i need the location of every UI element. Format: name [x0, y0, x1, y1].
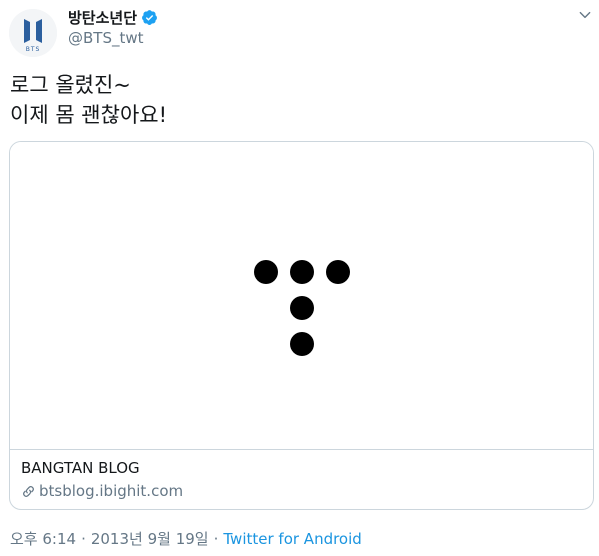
chevron-down-icon[interactable]	[578, 8, 592, 22]
card-url[interactable]: btsblog.ibighit.com	[39, 482, 183, 500]
bts-logo-icon: BTS	[9, 9, 57, 57]
avatar-text: BTS	[26, 46, 41, 53]
tweet-date[interactable]: 2013년 9월 19일	[91, 528, 209, 549]
author-handle[interactable]: @BTS_twt	[68, 29, 144, 47]
link-icon	[23, 485, 34, 497]
card-divider	[10, 449, 593, 450]
card-title[interactable]: BANGTAN BLOG	[21, 459, 140, 477]
card-image[interactable]	[10, 142, 593, 449]
tweet-text: 로그 올렸진~ 이제 몸 괜찮아요!	[10, 70, 580, 130]
bangtan-dots-logo-icon	[254, 260, 350, 356]
tweet-line-2: 이제 몸 괜찮아요!	[10, 103, 168, 127]
meta-separator: ·	[81, 529, 86, 548]
tweet-meta: 오후 6:14 · 2013년 9월 19일 · Twitter for And…	[10, 528, 362, 549]
tweet-header: BTS 방탄소년단 @BTS_twt	[0, 0, 599, 60]
tweet-time[interactable]: 오후 6:14	[10, 528, 76, 549]
avatar[interactable]: BTS	[9, 9, 57, 57]
tweet-line-1: 로그 올렸진~	[10, 73, 131, 97]
author-name-row: 방탄소년단	[68, 7, 158, 28]
tweet-source-link[interactable]: Twitter for Android	[223, 530, 361, 548]
card-url-row[interactable]: btsblog.ibighit.com	[21, 482, 183, 500]
display-name[interactable]: 방탄소년단	[68, 7, 137, 28]
verified-badge-icon	[142, 10, 157, 25]
meta-separator-2: ·	[213, 529, 219, 548]
link-card[interactable]: BANGTAN BLOG btsblog.ibighit.com	[9, 141, 594, 510]
